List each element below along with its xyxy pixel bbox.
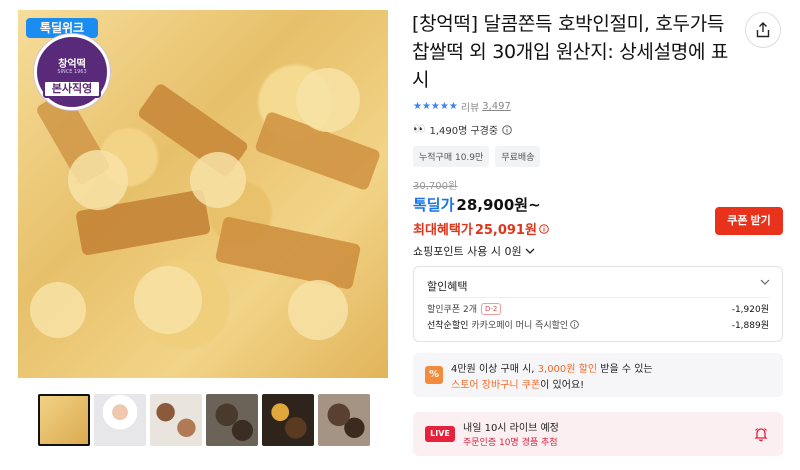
thumbnail-5[interactable] (262, 394, 314, 446)
promo-line-1: 4만원 이상 구매 시, 3,000원 할인 받을 수 있는 (451, 360, 653, 375)
viewers-text: 1,490명 구경중 (429, 126, 499, 137)
discount-panel: 할인혜택 할인쿠폰 2개 D-2 -1,920원 선착순할인 카카오페이 머니 … (413, 266, 783, 342)
best-label: 최대혜택가 (413, 223, 473, 238)
promo-line-2: 스토어 장바구니 쿠폰이 있어요! (451, 376, 584, 391)
thumbnail-3[interactable] (150, 394, 202, 446)
share-button[interactable] (745, 12, 781, 48)
discount-coupon-row: 할인쿠폰 2개 D-2 -1,920원 (427, 302, 769, 315)
chevron-down-icon[interactable] (760, 278, 770, 286)
info-icon[interactable] (502, 124, 512, 135)
live-broadcast-banner[interactable]: LIVE 내일 10시 라이브 예정 주문인증 10명 경품 추첨 (413, 412, 783, 456)
chevron-down-icon (525, 248, 535, 254)
best-price-row: 최대혜택가 25,091원 (413, 219, 549, 238)
review-label: 리뷰 (460, 103, 480, 114)
product-title: [창억떡] 달콤쫀득 호박인절미, 호두가득 찹쌀떡 외 30개입 원산지: 상… (412, 13, 729, 91)
discount-title: 할인혜택 (427, 280, 468, 293)
best-price-info-icon[interactable] (539, 223, 549, 234)
deal-price-row: 톡딜가 28,900원~ (413, 194, 541, 215)
thumbnail-4[interactable] (206, 394, 258, 446)
live-schedule: 내일 10시 라이브 예정 (463, 423, 559, 434)
promo-highlight-coupon: 스토어 장바구니 쿠폰 (451, 380, 541, 391)
promo-text-b: 받을 수 있는 (597, 364, 653, 375)
coupon-amount: -1,920원 (731, 305, 769, 315)
cart-coupon-banner[interactable]: % 4만원 이상 구매 시, 3,000원 할인 받을 수 있는 스토어 장바구… (413, 353, 783, 397)
thumbnail-6[interactable] (318, 394, 370, 446)
promo-text-a: 4만원 이상 구매 시, (451, 364, 538, 375)
deal-label: 톡딜가 (413, 196, 455, 214)
review-count[interactable]: 3,497 (482, 101, 511, 112)
thumbnail-strip (38, 394, 370, 446)
tag-cumulative-purchases: 누적구매 10.9만 (413, 146, 490, 167)
firstcome-label: 선착순할인 (427, 321, 469, 331)
thumbnail-1[interactable] (38, 394, 90, 446)
deal-price: 28,900원~ (456, 196, 541, 214)
firstcome-sub: 카카오페이 머니 즉시할인 (471, 321, 569, 331)
get-coupon-button[interactable]: 쿠폰 받기 (715, 207, 783, 235)
best-price: 25,091원 (474, 223, 537, 238)
tag-list: 누적구매 10.9만 무료배송 (413, 146, 541, 167)
live-badge: LIVE (425, 426, 455, 442)
d-day-badge: D-2 (481, 302, 502, 315)
coupon-label: 할인쿠폰 2개 (427, 305, 477, 315)
brand-seal-logo: 창억떡 SINCE 1963 (34, 34, 110, 110)
percent-icon: % (425, 366, 443, 384)
promo-highlight-amount: 3,000원 할인 (537, 364, 598, 375)
review-summary[interactable]: ★★★★★ 리뷰 3,497 (413, 99, 511, 114)
live-event: 주문인증 10명 경품 추첨 (463, 438, 558, 448)
viewers-row: 👀 1,490명 구경중 (413, 122, 512, 137)
seal-ribbon: 본사직영 (43, 80, 101, 98)
seal-name: 창억떡 (58, 59, 86, 70)
thumbnail-2[interactable] (94, 394, 146, 446)
promo-text-c: 이 있어요! (540, 380, 585, 391)
divider (427, 297, 769, 298)
original-price: 30,700원 (413, 181, 458, 192)
bell-alarm-icon[interactable] (753, 426, 769, 442)
tag-free-shipping: 무료배송 (495, 146, 541, 167)
points-text: 쇼핑포인트 사용 시 0원 (413, 245, 522, 258)
product-page: 톡딜위크 창억떡 SINCE 1963 본사직영 [창억떡] 달콤쫀득 호박인절… (0, 0, 800, 470)
rating-stars: ★★★★★ (413, 101, 458, 112)
discount-firstcome-row: 선착순할인 카카오페이 머니 즉시할인 -1,889원 (427, 318, 769, 331)
eyes-icon: 👀 (413, 124, 426, 135)
share-icon (756, 22, 770, 38)
points-row[interactable]: 쇼핑포인트 사용 시 0원 (413, 243, 535, 259)
info-icon[interactable] (570, 320, 580, 329)
seal-since: SINCE 1963 (57, 69, 87, 75)
firstcome-amount: -1,889원 (731, 321, 769, 331)
